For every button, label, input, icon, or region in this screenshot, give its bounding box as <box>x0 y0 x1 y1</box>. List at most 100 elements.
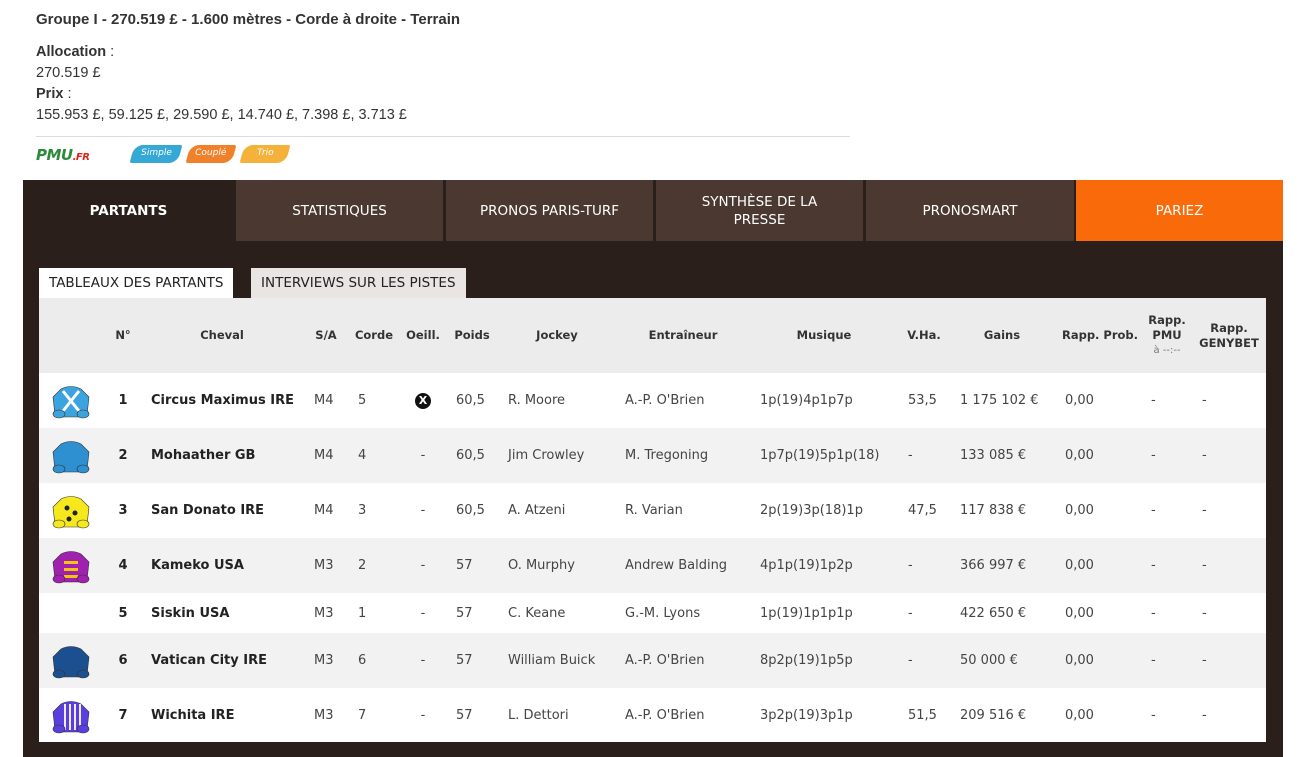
cell-num: 4 <box>118 558 128 573</box>
cell-gains: 209 516 € <box>960 708 1027 723</box>
table-row[interactable]: 3 San Donato IRE M4 3 - 60,5 A. Atzeni R. Varia… <box>39 483 1266 538</box>
col-num[interactable]: N° <box>109 298 137 373</box>
cell-entraineur[interactable]: A.-P. O'Brien <box>625 688 755 743</box>
cell-jockey[interactable]: R. Moore <box>508 373 618 428</box>
col-poids[interactable]: Poids <box>449 298 495 373</box>
cell-corde: 7 <box>358 708 367 723</box>
cell-oeill: - <box>420 503 426 518</box>
cell-musique: 2p(19)3p(18)1p <box>760 503 863 518</box>
col-gains[interactable]: Gains <box>957 298 1047 373</box>
table-row[interactable]: 5 Siskin USA M3 1 - 57 C. Keane G.-M. Lyons 1p(1… <box>39 593 1266 633</box>
light-blue-cross-icon <box>49 381 93 421</box>
tab-partants[interactable]: PARTANTS <box>23 180 234 241</box>
col-sa[interactable]: S/A <box>307 298 345 373</box>
cell-musique: 4p1p(19)1p2p <box>760 558 853 573</box>
cell-entraineur[interactable]: G.-M. Lyons <box>625 593 755 633</box>
cell-jockey[interactable]: Jim Crowley <box>508 428 618 483</box>
cell-rapp-genybet: - <box>1202 653 1207 668</box>
tab-pariez[interactable]: PARIEZ <box>1076 180 1283 241</box>
cell-cheval[interactable]: Vatican City IRE <box>151 633 301 688</box>
cell-rapp-pmu: - <box>1151 605 1156 621</box>
cell-sa: M4 <box>314 503 334 518</box>
tab-statistiques[interactable]: STATISTIQUES <box>236 180 443 241</box>
cell-rapp-prob: 0,00 <box>1065 558 1094 573</box>
cell-rapp-prob: 0,00 <box>1065 653 1094 668</box>
col-rapp-genybet[interactable]: Rapp. GENYBET <box>1197 298 1261 373</box>
col-rapp-prob[interactable]: Rapp. Prob. <box>1061 298 1139 373</box>
cell-vha: - <box>908 653 913 668</box>
cell-rapp-pmu: - <box>1151 653 1156 668</box>
cell-entraineur[interactable]: R. Varian <box>625 483 755 538</box>
cell-cheval[interactable]: Wichita IRE <box>151 688 301 743</box>
cell-rapp-pmu: - <box>1151 558 1156 573</box>
table-row[interactable]: 4 Kameko USA M3 2 - 57 O. Murphy Andrew Balding… <box>39 538 1266 593</box>
cell-cheval[interactable]: Kameko USA <box>151 538 301 593</box>
cell-jockey[interactable]: A. Atzeni <box>508 483 618 538</box>
cell-cheval[interactable]: Siskin USA <box>151 593 301 633</box>
col-entraineur[interactable]: Entraîneur <box>619 298 747 373</box>
cell-rapp-prob: 0,00 <box>1065 605 1094 621</box>
cell-cheval[interactable]: Mohaather GB <box>151 428 301 483</box>
cell-gains: 133 085 € <box>960 448 1027 463</box>
cell-vha: - <box>908 448 913 463</box>
cell-vha: - <box>908 605 913 621</box>
cell-jockey[interactable]: O. Murphy <box>508 538 618 593</box>
table-row[interactable]: 1 Circus Maximus IRE M4 5 X 60,5 R. Moore A.-P.… <box>39 373 1266 428</box>
race-title: Groupe I - 270.519 £ - 1.600 mètres - Co… <box>36 11 461 28</box>
cell-entraineur[interactable]: M. Tregoning <box>625 428 755 483</box>
col-musique[interactable]: Musique <box>759 298 889 373</box>
col-vha[interactable]: V.Ha. <box>901 298 947 373</box>
cell-oeill: - <box>420 708 426 723</box>
simple-bet-badge[interactable]: Simple <box>129 145 183 163</box>
tab-pronos-paris-turf[interactable]: PRONOS PARIS-TURF <box>446 180 653 241</box>
cell-sa: M4 <box>314 448 334 463</box>
table-row[interactable]: 7 Wichita IRE M3 7 - 57 L. Dettori A.-P. O'Brie… <box>39 688 1266 743</box>
cell-sa: M3 <box>314 708 334 723</box>
cell-poids: 60,5 <box>456 448 485 463</box>
cell-rapp-genybet: - <box>1202 448 1207 463</box>
cell-cheval[interactable]: San Donato IRE <box>151 483 301 538</box>
cell-rapp-prob: 0,00 <box>1065 503 1094 518</box>
col-corde[interactable]: Corde <box>351 298 397 373</box>
allocation-value: 270.519 £ <box>36 65 101 81</box>
subtab-interviews[interactable]: INTERVIEWS SUR LES PISTES <box>251 268 466 298</box>
cell-cheval[interactable]: Circus Maximus IRE <box>151 373 301 428</box>
cell-corde: 6 <box>358 653 367 668</box>
cell-entraineur[interactable]: A.-P. O'Brien <box>625 373 755 428</box>
col-oeill[interactable]: Oeill. <box>403 298 443 373</box>
pmu-logo: PMU.FR <box>36 146 90 164</box>
cell-sa: M4 <box>314 393 334 408</box>
race-panel: PARTANTS STATISTIQUES PRONOS PARIS-TURF … <box>23 180 1283 757</box>
cell-poids: 57 <box>456 558 473 573</box>
cell-jockey[interactable]: L. Dettori <box>508 688 618 743</box>
cell-jockey[interactable]: C. Keane <box>508 593 618 633</box>
allocation-label: Allocation <box>36 44 107 60</box>
table-row[interactable]: 2 Mohaather GB M4 4 - 60,5 Jim Crowley M. Trego… <box>39 428 1266 483</box>
cell-poids: 60,5 <box>456 393 485 408</box>
cell-musique: 8p2p(19)1p5p <box>760 653 853 668</box>
cell-rapp-genybet: - <box>1202 558 1207 573</box>
col-cheval[interactable]: Cheval <box>149 298 295 373</box>
table-header: N° Cheval S/A Corde Oeill. Poids Jockey … <box>39 298 1266 373</box>
col-rapp-pmu[interactable]: Rapp. PMU à --:-- <box>1143 298 1191 373</box>
trio-bet-badge[interactable]: Trio <box>239 145 291 163</box>
cell-oeill: - <box>420 653 426 668</box>
subtab-tableaux-partants[interactable]: TABLEAUX DES PARTANTS <box>39 268 234 298</box>
main-tabs: PARTANTS STATISTIQUES PRONOS PARIS-TURF … <box>23 180 1283 241</box>
cell-corde: 1 <box>358 605 367 621</box>
cell-entraineur[interactable]: A.-P. O'Brien <box>625 633 755 688</box>
cell-oeill: - <box>420 605 426 621</box>
col-jockey[interactable]: Jockey <box>509 298 605 373</box>
tab-synthese-presse[interactable]: SYNTHÈSE DE LA PRESSE <box>656 180 863 241</box>
table-row[interactable]: 6 Vatican City IRE M3 6 - 57 William Buick A.-P… <box>39 633 1266 688</box>
cell-gains: 50 000 € <box>960 653 1018 668</box>
yellow-spotted-silk-icon <box>49 491 93 531</box>
cell-rapp-pmu: - <box>1151 708 1156 723</box>
cell-entraineur[interactable]: Andrew Balding <box>625 538 755 593</box>
cell-rapp-pmu: - <box>1151 448 1156 463</box>
cell-vha: - <box>908 558 913 573</box>
cell-rapp-prob: 0,00 <box>1065 393 1094 408</box>
cell-jockey[interactable]: William Buick <box>508 633 618 688</box>
tab-pronosmart[interactable]: PRONOSMART <box>866 180 1074 241</box>
couple-bet-badge[interactable]: Couplé <box>185 145 237 163</box>
